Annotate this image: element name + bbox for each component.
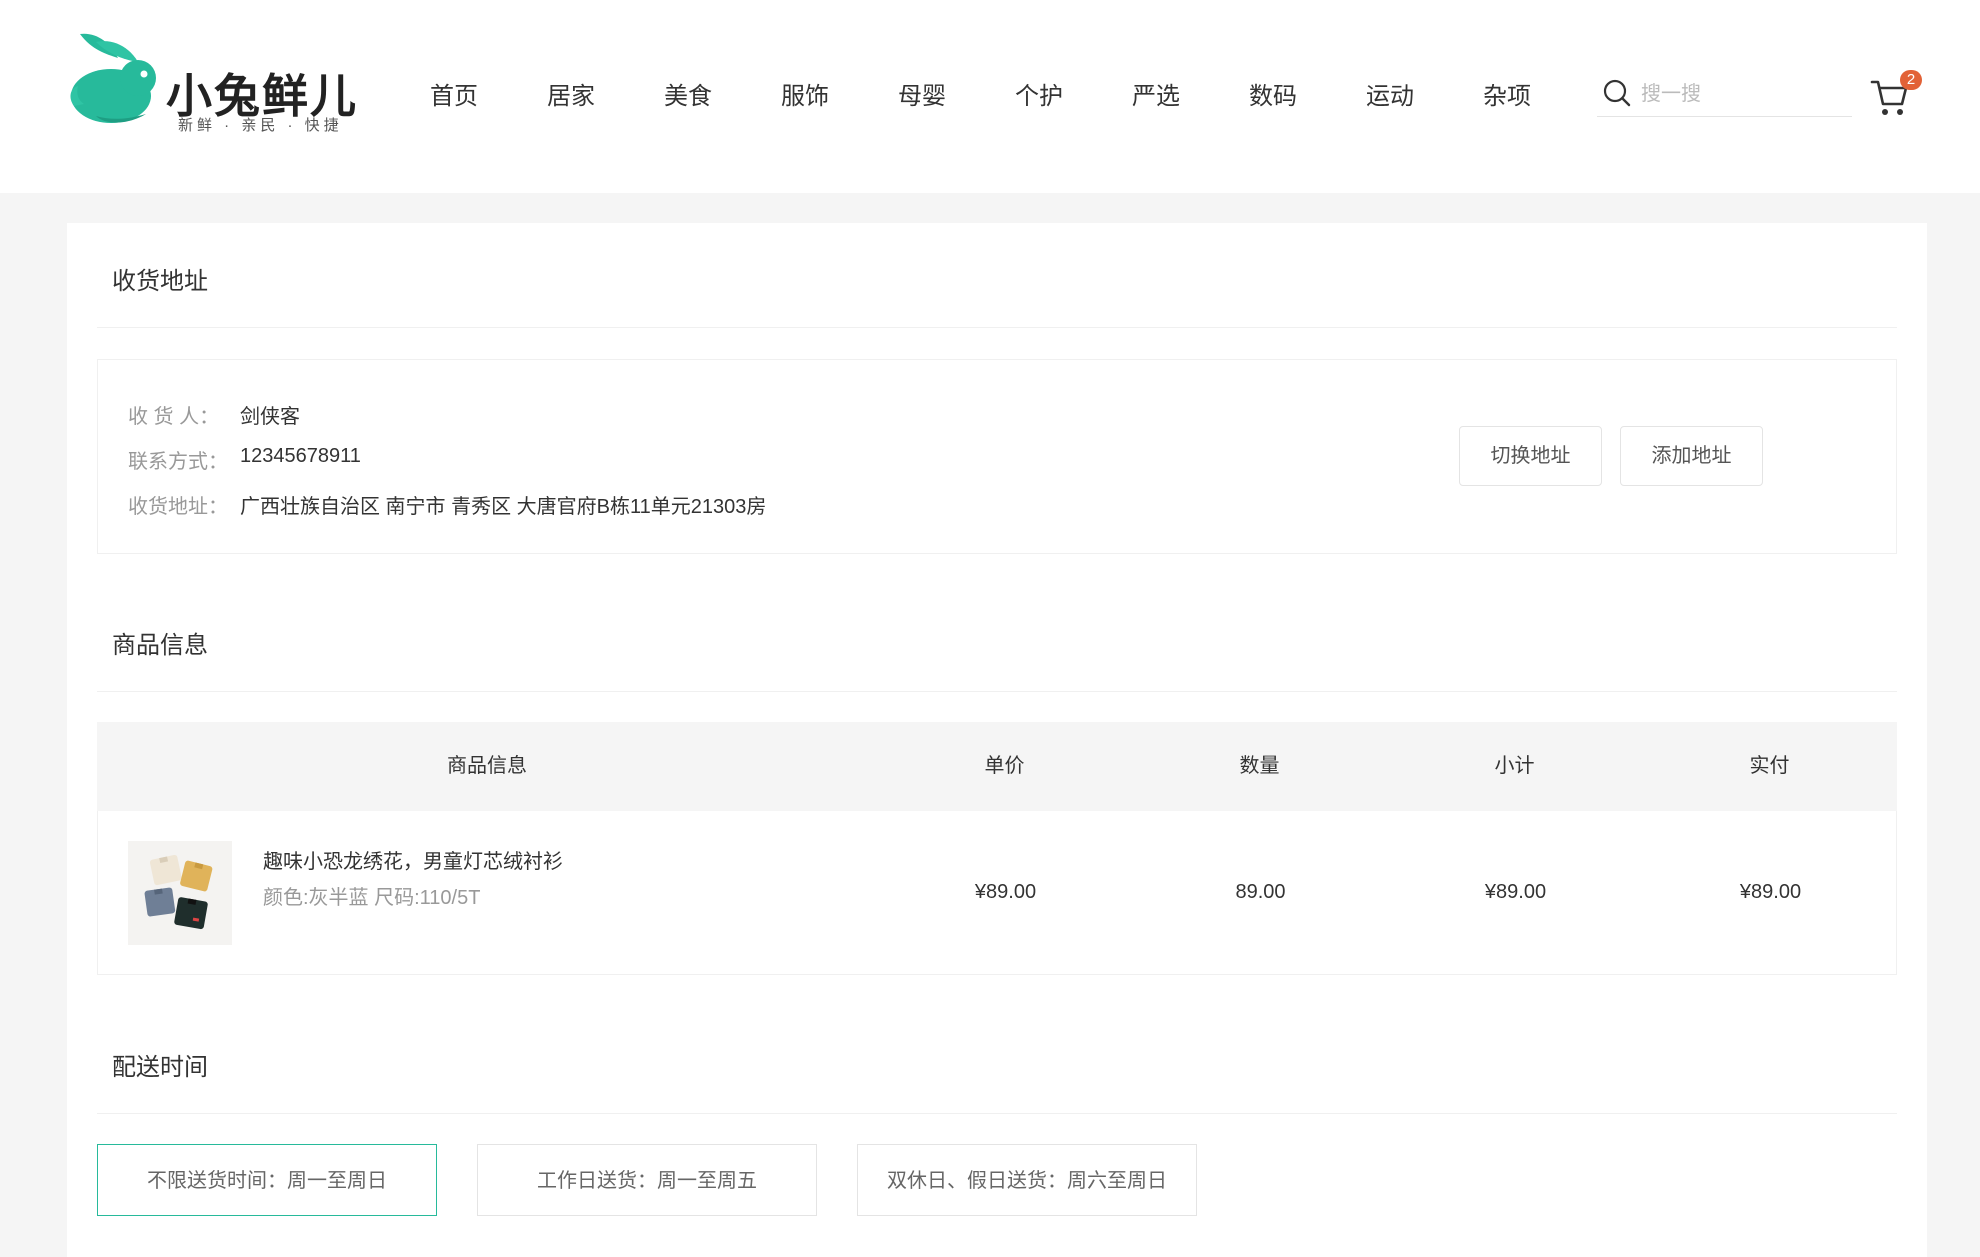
column-header-goods: 商品信息 <box>447 755 527 777</box>
column-header-quantity: 数量 <box>1239 755 1280 777</box>
nav-item-sports[interactable]: 运动 <box>1366 76 1483 116</box>
goods-section-title: 商品信息 <box>112 632 208 659</box>
consignee-value: 剑侠客 <box>240 406 300 428</box>
phone-row: 联系方式： 12345678911 <box>128 445 361 474</box>
checkout-panel: 收货地址 收 货 人： 剑侠客 联系方式： 12345678911 收货地址： … <box>67 223 1927 1257</box>
nav-item-apparel[interactable]: 服饰 <box>781 76 898 116</box>
nav-item-home[interactable]: 首页 <box>430 76 547 116</box>
phone-label: 联系方式： <box>128 451 228 473</box>
search-input[interactable] <box>1639 78 1843 110</box>
nav-item-personal-care[interactable]: 个护 <box>1015 76 1132 116</box>
address-row: 收货地址： 广西壮族自治区 南宁市 青秀区 大唐官府B栋11单元21303房 <box>128 490 766 519</box>
consignee-row: 收 货 人： 剑侠客 <box>128 400 300 429</box>
product-name[interactable]: 趣味小恐龙绣花，男童灯芯绒衬衫 <box>263 845 563 874</box>
logo-slogan: 新鲜 · 亲民 · 快捷 <box>178 117 343 134</box>
nav-item-digital[interactable]: 数码 <box>1249 76 1366 116</box>
cart-count-badge: 2 <box>1900 70 1922 90</box>
nav-item-home-living[interactable]: 居家 <box>547 76 664 116</box>
address-value: 广西壮族自治区 南宁市 青秀区 大唐官府B栋11单元21303房 <box>240 496 767 518</box>
address-section-title: 收货地址 <box>112 268 208 295</box>
nav-item-selected[interactable]: 严选 <box>1132 76 1249 116</box>
divider <box>97 327 1897 328</box>
shirts-thumbnail-icon <box>128 841 232 945</box>
unit-price: ¥89.00 <box>974 881 1037 903</box>
delivery-option-weekends-holidays[interactable]: 双休日、假日送货：周六至周日 <box>857 1144 1197 1216</box>
nav-item-misc[interactable]: 杂项 <box>1483 76 1600 116</box>
table-row: 趣味小恐龙绣花，男童灯芯绒衬衫 颜色:灰半蓝 尺码:110/5T ¥89.00 … <box>97 811 1897 975</box>
consignee-label: 收 货 人： <box>128 406 220 428</box>
main-nav: 首页 居家 美食 服饰 母婴 个护 严选 数码 运动 杂项 <box>430 76 1600 116</box>
column-header-price: 单价 <box>984 755 1025 777</box>
rabbit-logo-icon <box>70 33 156 123</box>
divider <box>97 691 1897 692</box>
phone-value: 12345678911 <box>240 445 361 467</box>
cart-button[interactable]: 2 <box>1870 70 1922 116</box>
search-bar <box>1597 76 1852 117</box>
paid-amount: ¥89.00 <box>1739 881 1802 903</box>
nav-item-baby[interactable]: 母婴 <box>898 76 1015 116</box>
product-attributes: 颜色:灰半蓝 尺码:110/5T <box>263 887 481 909</box>
product-image[interactable] <box>128 841 232 945</box>
address-box: 收 货 人： 剑侠客 联系方式： 12345678911 收货地址： 广西壮族自… <box>97 359 1897 554</box>
logo[interactable]: 小兔鲜儿 新鲜 · 亲民 · 快捷 <box>66 28 366 138</box>
switch-address-button[interactable]: 切换地址 <box>1459 426 1602 486</box>
goods-table-header: 商品信息 单价 数量 小计 实付 <box>97 722 1897 811</box>
add-address-button[interactable]: 添加地址 <box>1620 426 1763 486</box>
site-header: 小兔鲜儿 新鲜 · 亲民 · 快捷 首页 居家 美食 服饰 母婴 个护 严选 数… <box>0 0 1980 193</box>
quantity: 89.00 <box>1235 881 1286 903</box>
column-header-subtotal: 小计 <box>1494 755 1535 777</box>
search-icon[interactable] <box>1602 78 1632 108</box>
subtotal: ¥89.00 <box>1484 881 1547 903</box>
column-header-paid: 实付 <box>1749 755 1790 777</box>
address-label: 收货地址： <box>128 496 228 518</box>
divider <box>97 1113 1897 1114</box>
delivery-option-any-time[interactable]: 不限送货时间：周一至周日 <box>97 1144 437 1216</box>
delivery-section-title: 配送时间 <box>112 1054 208 1081</box>
nav-item-food[interactable]: 美食 <box>664 76 781 116</box>
delivery-option-weekdays[interactable]: 工作日送货：周一至周五 <box>477 1144 817 1216</box>
